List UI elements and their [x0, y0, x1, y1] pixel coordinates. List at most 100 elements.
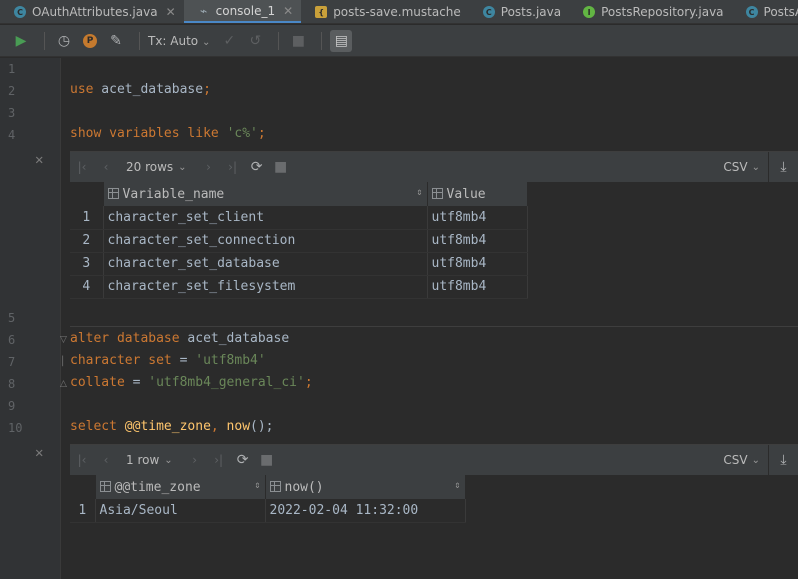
column-icon	[431, 187, 443, 199]
console-toolbar: ▶ ◷ P ✎ Tx: Auto ⌄ ✓ ↺ ■ ▤	[0, 25, 798, 57]
operator: =	[124, 375, 149, 390]
toolbar-separator	[139, 31, 140, 50]
chevron-down-icon: ⌄	[751, 161, 760, 173]
fold-icon[interactable]: │	[60, 357, 65, 367]
close-icon[interactable]: ✕	[166, 5, 176, 19]
profile-icon[interactable]: P	[83, 33, 97, 48]
table-row[interactable]: 1 character_set_client utf8mb4	[70, 206, 528, 230]
download-icon[interactable]: ⤓	[768, 152, 798, 182]
tx-mode-label: Tx: Auto	[148, 33, 199, 48]
string-literal: 'utf8mb4'	[195, 353, 266, 368]
tab-postsrepository[interactable]: I PostsRepository.java	[569, 0, 731, 23]
line-number: 4	[8, 128, 16, 142]
sort-icon[interactable]: ⇕	[254, 480, 260, 491]
table-cell[interactable]: character_set_connection	[103, 229, 428, 253]
table-row[interactable]: 3 character_set_database utf8mb4	[70, 252, 528, 276]
first-page-icon: |‹	[77, 453, 87, 467]
output-grid-icon[interactable]: ▤	[330, 29, 353, 52]
result-grid: Variable_name ⇕ Value 1 character_set_cli…	[70, 182, 528, 299]
execute-icon[interactable]: ▶	[10, 30, 32, 52]
table-cell[interactable]: 2022-02-04 11:32:00	[265, 499, 466, 523]
table-cell[interactable]: utf8mb4	[427, 275, 528, 299]
keyword: variables	[101, 126, 180, 141]
column-header-label: Variable_name	[122, 186, 225, 202]
editor-tab-bar: C OAuthAttributes.java ✕ ⌁ console_1 ✕ {…	[0, 0, 798, 24]
row-number-header	[70, 475, 96, 499]
code-line-2[interactable]: use acet_database;	[70, 82, 211, 97]
row-number: 1	[70, 206, 104, 230]
close-icon[interactable]: ✕	[283, 4, 293, 18]
tab-posts-save-mustache[interactable]: { posts-save.mustache	[301, 0, 469, 23]
refresh-icon[interactable]: ⟳	[231, 452, 255, 468]
keyword: use	[70, 82, 94, 97]
download-icon[interactable]: ⤓	[768, 445, 798, 475]
first-page-icon: |‹	[77, 160, 87, 174]
code-line-8[interactable]: collate = 'utf8mb4_general_ci';	[70, 375, 313, 390]
fold-icon[interactable]: △	[60, 379, 67, 389]
table-row[interactable]: 4 character_set_filesystem utf8mb4	[70, 275, 528, 299]
column-icon	[269, 480, 281, 492]
tab-label: posts-save.mustache	[333, 5, 461, 19]
gutter-divider	[60, 58, 61, 579]
close-result-icon[interactable]: ✕	[35, 152, 43, 168]
history-icon[interactable]: ◷	[53, 30, 75, 52]
code-line-6[interactable]: alter database acet_database	[70, 331, 289, 346]
tab-postsapicontroller[interactable]: C PostsApiContro	[732, 0, 798, 23]
export-format-dropdown[interactable]: CSV ⌄	[723, 152, 760, 182]
row-number: 3	[70, 252, 104, 276]
wrench-icon[interactable]: ✎	[105, 30, 127, 52]
code-line-10[interactable]: select @@time_zone, now();	[70, 419, 274, 434]
system-variable: @@time_zone	[124, 419, 211, 434]
chevron-down-icon: ⌄	[178, 161, 187, 173]
tab-label: OAuthAttributes.java	[32, 5, 158, 19]
last-page-icon: ›|	[228, 160, 237, 174]
stop-icon: ■	[291, 32, 305, 49]
code-line-4[interactable]: show variables like 'c%';	[70, 126, 266, 141]
next-page-icon: ›	[206, 160, 211, 174]
result-panel: |‹ ‹ 20 rows ⌄ › ›| ⟳ ■ CSV ⌄ ⤓ Variable_n…	[70, 151, 798, 299]
tab-oauthattributes[interactable]: C OAuthAttributes.java ✕	[0, 0, 184, 23]
table-cell[interactable]: character_set_client	[103, 206, 428, 230]
table-row[interactable]: 1 Asia/Seoul 2022-02-04 11:32:00	[70, 499, 466, 523]
refresh-icon[interactable]: ⟳	[245, 159, 269, 175]
tab-console-1[interactable]: ⌁ console_1 ✕	[183, 0, 302, 23]
line-gutter: 1 2 3 4 ✕ 5 6 7 8 9 10 ✕	[0, 58, 60, 579]
table-cell[interactable]: Asia/Seoul	[95, 499, 266, 523]
sort-icon[interactable]: ⇕	[454, 480, 460, 491]
divider	[70, 326, 798, 327]
table-cell[interactable]: utf8mb4	[427, 252, 528, 276]
keyword: database	[109, 331, 180, 346]
rollback-icon: ↺	[249, 32, 262, 49]
stop-icon: ■	[260, 452, 274, 468]
table-cell[interactable]: utf8mb4	[427, 206, 528, 230]
column-header[interactable]: Value	[427, 182, 528, 206]
column-header[interactable]: now() ⇕	[265, 475, 466, 499]
table-row[interactable]: 2 character_set_connection utf8mb4	[70, 229, 528, 253]
column-icon	[107, 187, 119, 199]
chevron-down-icon: ⌄	[201, 36, 211, 48]
line-number: 3	[8, 106, 16, 120]
punctuation: ();	[250, 419, 274, 434]
table-cell[interactable]: utf8mb4	[427, 229, 528, 253]
tab-posts-java[interactable]: C Posts.java	[469, 0, 569, 23]
column-header-label: @@time_zone	[114, 479, 201, 495]
close-result-icon[interactable]: ✕	[35, 445, 43, 461]
result-grid: @@time_zone ⇕ now() ⇕ 1 Asia/Seoul 2022-02…	[70, 475, 466, 523]
tx-mode-dropdown[interactable]: Tx: Auto ⌄	[148, 34, 210, 48]
row-number: 2	[70, 229, 104, 253]
line-number: 6	[8, 333, 16, 347]
fold-icon[interactable]: ▽	[60, 335, 67, 345]
code-line-7[interactable]: character set = 'utf8mb4'	[70, 353, 266, 368]
keyword: character	[70, 353, 141, 368]
rows-dropdown[interactable]: 1 row ⌄	[126, 453, 173, 467]
line-number: 2	[8, 84, 16, 98]
column-header[interactable]: Variable_name ⇕	[103, 182, 428, 206]
column-header[interactable]: @@time_zone ⇕	[95, 475, 266, 499]
punctuation: ;	[304, 375, 313, 390]
table-cell[interactable]: character_set_filesystem	[103, 275, 428, 299]
rows-dropdown[interactable]: 20 rows ⌄	[126, 160, 187, 174]
class-icon: C	[14, 6, 26, 18]
export-format-dropdown[interactable]: CSV ⌄	[723, 445, 760, 475]
table-cell[interactable]: character_set_database	[103, 252, 428, 276]
sort-icon[interactable]: ⇕	[416, 187, 422, 198]
